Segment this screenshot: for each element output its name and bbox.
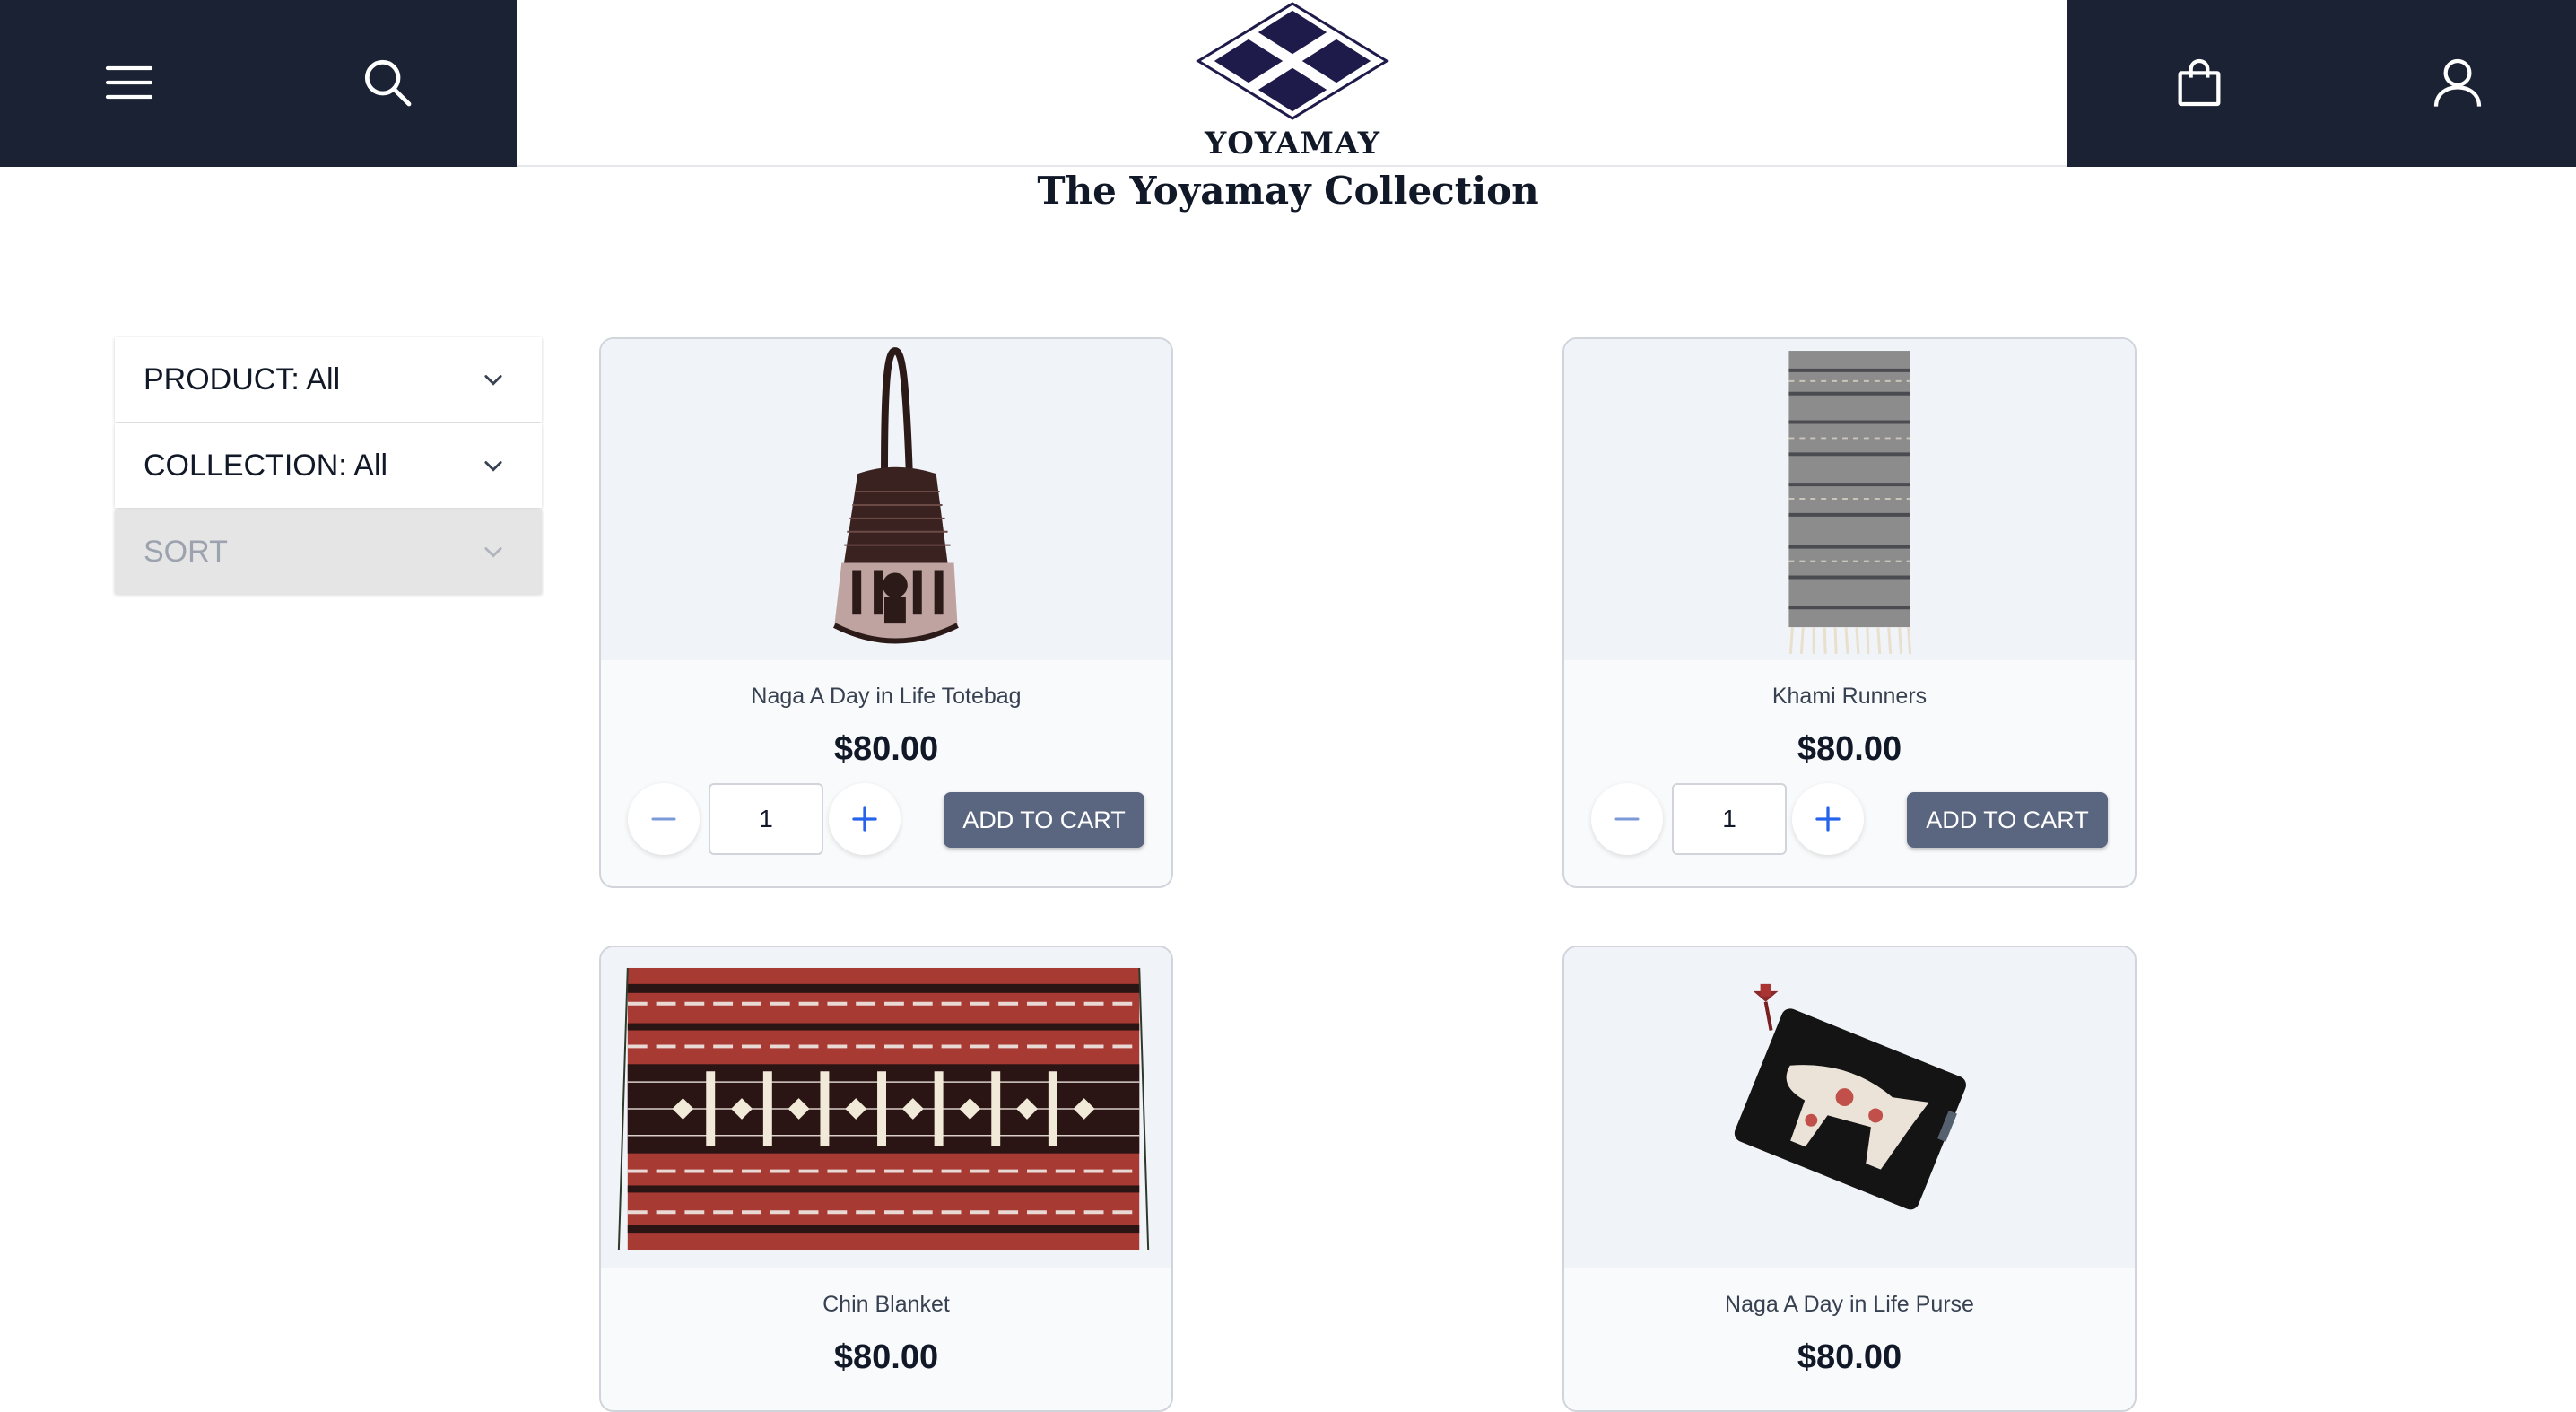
product-price: $80.00 [833,730,939,768]
product-filter-label: PRODUCT: All [144,362,341,397]
header-left-panel [0,0,517,167]
quantity-controls: ADD TO CART [601,769,1171,859]
plus-icon [1815,806,1841,832]
site-header: YOYAMAY [0,0,2576,167]
product-name[interactable]: Khami Runners [1564,684,2135,712]
product-name[interactable]: Naga A Day in Life Totebag [601,684,1171,712]
product-image-blanket[interactable] [601,947,1171,1268]
brand-logo[interactable]: YOYAMAY [1191,0,1394,167]
product-card: Chin Blanket $80.00 [599,946,1173,1412]
product-image-totebag[interactable] [601,339,1171,660]
minus-icon [651,817,676,821]
decrease-quantity-button[interactable] [628,783,700,855]
product-card: Khami Runners $80.00 ADD TO CART [1562,337,2137,888]
shopping-bag-icon[interactable] [2163,47,2235,118]
menu-icon[interactable] [93,47,165,118]
sort-label: SORT [144,534,228,569]
quantity-input[interactable] [1672,783,1787,855]
chevron-down-icon [484,547,502,558]
product-price: $80.00 [1797,1338,1902,1376]
product-price: $80.00 [833,1338,939,1376]
product-card: Naga A Day in Life Purse $80.00 [1562,946,2137,1412]
product-card: Naga A Day in Life Totebag $80.00 ADD TO… [599,337,1173,888]
chevron-down-icon [484,461,502,472]
chevron-down-icon [484,375,502,386]
product-name[interactable]: Naga A Day in Life Purse [1564,1292,2135,1320]
brand-name: YOYAMAY [1205,126,1380,161]
quantity-input[interactable] [709,783,823,855]
minus-icon [1614,817,1640,821]
plus-icon [852,806,877,832]
header-right-panel [2067,0,2576,167]
decrease-quantity-button[interactable] [1591,783,1663,855]
collection-filter-label: COLLECTION: All [144,448,388,483]
logo-mark [1196,2,1389,120]
product-name[interactable]: Chin Blanket [601,1292,1171,1320]
quantity-controls: ADD TO CART [1564,769,2135,859]
page-title: The Yoyamay Collection [1037,169,1539,213]
increase-quantity-button[interactable] [829,783,901,855]
increase-quantity-button[interactable] [1792,783,1864,855]
product-image-runners[interactable] [1564,339,2135,660]
add-to-cart-button[interactable]: ADD TO CART [1907,792,2108,848]
product-price: $80.00 [1797,730,1902,768]
collection-filter-dropdown[interactable]: COLLECTION: All [115,423,542,508]
search-icon[interactable] [352,47,423,118]
filter-panel: PRODUCT: All COLLECTION: All SORT [115,337,542,596]
add-to-cart-button[interactable]: ADD TO CART [944,792,1144,848]
sort-dropdown[interactable]: SORT [115,510,542,594]
user-icon[interactable] [2422,47,2493,118]
product-filter-dropdown[interactable]: PRODUCT: All [115,337,542,422]
product-image-purse[interactable] [1564,947,2135,1268]
